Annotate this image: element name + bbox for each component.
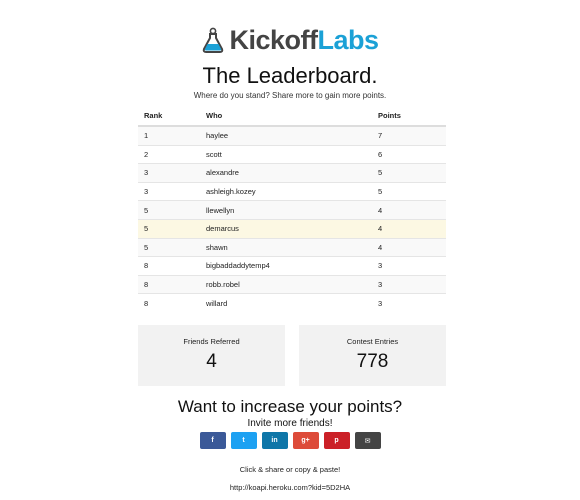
rank-cell: 3 [138,163,200,183]
logo-wordmark: KickoffLabs [229,25,379,55]
who-cell: willard [200,293,372,312]
logo-text-kickoff: Kickoff [229,25,318,55]
contest-entries-value: 778 [356,351,389,372]
table-row: 5 llewellyn 4 [138,200,446,220]
contest-entries-label: Contest Entries [346,337,399,346]
who-cell: demarcus [200,218,372,239]
pinterest-icon: p [334,437,339,444]
leaderboard-body: 1 haylee 7 2 scott 6 3 alexandre 5 3 ashleigh.koze… [138,125,446,312]
leaderboard-table: Rank Who Points 1 haylee 7 2 scott 6 3 alexandr… [138,106,446,312]
rank-cell: 8 [138,274,200,294]
points-cell: 7 [372,125,446,146]
google-plus-icon: g+ [301,437,310,444]
who-cell: llewellyn [200,200,372,220]
points-cell: 3 [372,293,446,312]
who-cell: haylee [200,125,372,146]
who-cell: robb.robel [200,274,372,294]
linkedin-icon: in [271,437,278,444]
table-header-row: Rank Who Points [138,106,446,127]
flask-icon [203,27,224,53]
twitter-icon: t [242,437,245,444]
rank-cell: 1 [138,125,200,146]
page-subtitle: Where do you stand? Share more to gain m… [193,91,387,100]
who-cell: bigbaddaddytemp4 [200,256,372,276]
table-row-current-user: 5 demarcus 4 [138,218,446,239]
rank-cell: 5 [138,218,200,239]
twitter-share-button[interactable]: t [230,432,257,449]
email-icon: ✉ [364,437,371,445]
leaderboard-page: KickoffLabs The Leaderboard. Where do yo… [0,0,580,500]
points-cell: 5 [372,163,446,183]
rank-cell: 3 [138,181,200,201]
rank-cell: 5 [138,200,200,220]
points-cell: 4 [372,200,446,220]
pinterest-share-button[interactable]: p [323,432,350,449]
rank-cell: 8 [138,256,200,276]
points-cell: 3 [372,256,446,276]
who-cell: ashleigh.kozey [200,181,372,201]
friends-referred-label: Friends Referred [183,337,240,346]
who-cell: shawn [200,237,372,257]
column-header-rank: Rank [138,106,200,127]
cta-heading: Want to increase your points? [177,397,403,416]
who-cell: alexandre [200,163,372,183]
kickofflabs-logo[interactable]: KickoffLabs [0,26,580,54]
table-row: 8 robb.robel 3 [138,274,446,294]
points-cell: 4 [372,218,446,239]
google-plus-share-button[interactable]: g+ [292,432,319,449]
logo-text-labs: Labs [317,25,379,55]
table-row: 3 ashleigh.kozey 5 [138,181,446,201]
contest-entries-card: Contest Entries 778 [299,325,446,386]
share-buttons: f t in g+ p ✉ [0,432,580,449]
share-helper-text: Click & share or copy & paste! [239,465,341,474]
referral-link[interactable]: http://koapi.heroku.com?kid=5D2HA [0,483,580,492]
table-row: 3 alexandre 5 [138,163,446,183]
column-header-who: Who [200,106,372,127]
column-header-points: Points [372,106,446,127]
table-row: 8 bigbaddaddytemp4 3 [138,256,446,276]
friends-referred-card: Friends Referred 4 [138,325,285,386]
rank-cell: 2 [138,144,200,164]
facebook-share-button[interactable]: f [199,432,226,449]
points-cell: 6 [372,144,446,164]
invite-text: Invite more friends! [247,418,333,429]
points-cell: 5 [372,181,446,201]
email-share-button[interactable]: ✉ [354,432,381,449]
friends-referred-value: 4 [206,351,217,372]
rank-cell: 8 [138,293,200,312]
table-row: 5 shawn 4 [138,237,446,257]
table-row: 2 scott 6 [138,144,446,164]
who-cell: scott [200,144,372,164]
points-cell: 3 [372,274,446,294]
page-title: The Leaderboard. [202,63,378,88]
points-cell: 4 [372,237,446,257]
table-row: 1 haylee 7 [138,125,446,146]
facebook-icon: f [211,437,214,444]
rank-cell: 5 [138,237,200,257]
table-row: 8 willard 3 [138,293,446,312]
linkedin-share-button[interactable]: in [261,432,288,449]
